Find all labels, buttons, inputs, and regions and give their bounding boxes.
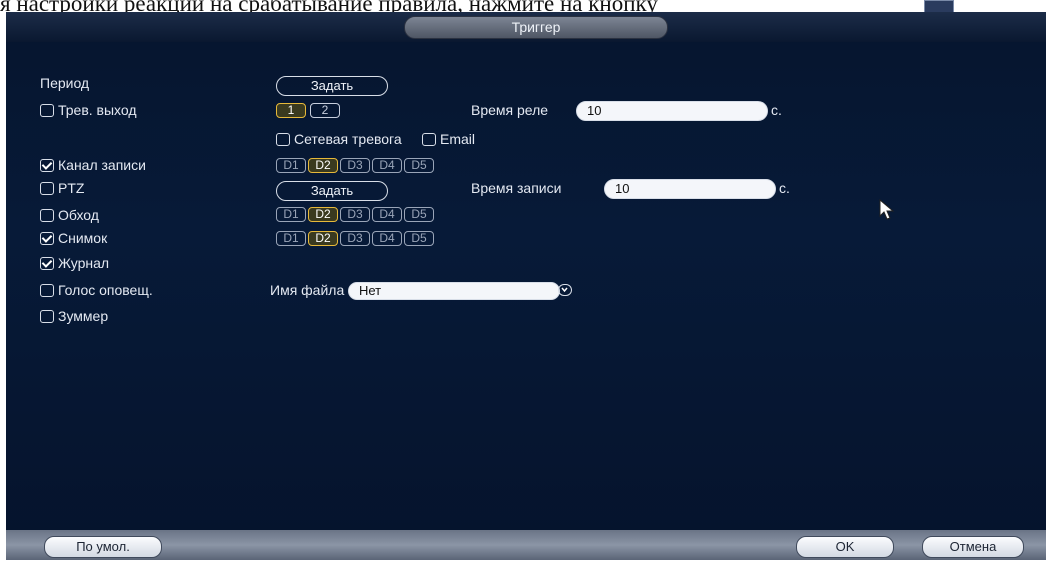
tour-channel-d3[interactable]: D3 (340, 207, 370, 222)
network-alarm-checkbox[interactable] (276, 133, 290, 146)
record-channel-checkbox[interactable] (40, 159, 54, 172)
voice-prompt-checkbox[interactable] (40, 284, 54, 297)
snapshot-channel-d4[interactable]: D4 (372, 231, 402, 246)
tour-channel-d4[interactable]: D4 (372, 207, 402, 222)
record-channel-d3[interactable]: D3 (340, 158, 370, 173)
record-time-label: Время записи (471, 180, 562, 196)
email-checkbox[interactable] (422, 133, 436, 146)
ptz-set-button[interactable]: Задать (276, 181, 388, 201)
default-button[interactable]: По умол. (44, 536, 162, 558)
dialog-title: Триггер (404, 16, 668, 39)
alarm-output-2[interactable]: 2 (310, 103, 340, 118)
period-set-button[interactable]: Задать (276, 76, 388, 96)
snapshot-channel-d2[interactable]: D2 (308, 231, 338, 246)
tour-checkbox[interactable] (40, 209, 54, 222)
record-channel-label: Канал записи (58, 157, 146, 173)
tour-channel-d1[interactable]: D1 (276, 207, 306, 222)
snapshot-channel-d1[interactable]: D1 (276, 231, 306, 246)
record-channel-d1[interactable]: D1 (276, 158, 306, 173)
buzzer-label: Зуммер (58, 308, 109, 324)
email-label: Email (440, 131, 476, 147)
voice-prompt-label: Голос оповещ. (58, 282, 153, 298)
ptz-label: PTZ (58, 180, 85, 196)
snapshot-channel-d3[interactable]: D3 (340, 231, 370, 246)
snapshot-checkbox[interactable] (40, 232, 54, 245)
network-alarm-label: Сетевая тревога (294, 131, 402, 147)
trigger-dialog: Триггер Период Задать Трев. выход 1 2 Вр… (6, 12, 1046, 560)
file-name-label: Имя файла (270, 282, 345, 298)
buzzer-checkbox[interactable] (40, 310, 54, 323)
record-channel-d4[interactable]: D4 (372, 158, 402, 173)
alarm-out-label: Трев. выход (58, 102, 137, 118)
relay-time-input[interactable]: 10 (576, 101, 768, 121)
footer-bar: По умол. OK Отмена (6, 530, 1046, 560)
record-time-unit: с. (779, 180, 790, 196)
record-channel-d2[interactable]: D2 (308, 158, 338, 173)
ok-button[interactable]: OK (796, 536, 894, 558)
alarm-out-checkbox[interactable] (40, 104, 54, 117)
ptz-checkbox[interactable] (40, 182, 54, 195)
relay-time-label: Время реле (471, 102, 549, 118)
chevron-down-icon (558, 284, 572, 296)
title-bar: Триггер (6, 12, 1046, 42)
log-checkbox[interactable] (40, 257, 54, 270)
log-label: Журнал (58, 255, 110, 271)
mouse-pointer-icon (878, 198, 896, 227)
file-name-select[interactable]: Нет (348, 282, 578, 300)
record-time-input[interactable]: 10 (604, 179, 776, 199)
relay-time-unit: с. (771, 102, 782, 118)
snapshot-label: Снимок (58, 230, 108, 246)
record-channel-d5[interactable]: D5 (404, 158, 434, 173)
alarm-output-1[interactable]: 1 (276, 103, 306, 118)
period-label: Период (40, 75, 90, 91)
tour-label: Обход (58, 207, 99, 223)
file-name-value: Нет (348, 282, 560, 300)
snapshot-channel-d5[interactable]: D5 (404, 231, 434, 246)
tour-channel-d2[interactable]: D2 (308, 207, 338, 222)
cancel-button[interactable]: Отмена (922, 536, 1024, 558)
tour-channel-d5[interactable]: D5 (404, 207, 434, 222)
